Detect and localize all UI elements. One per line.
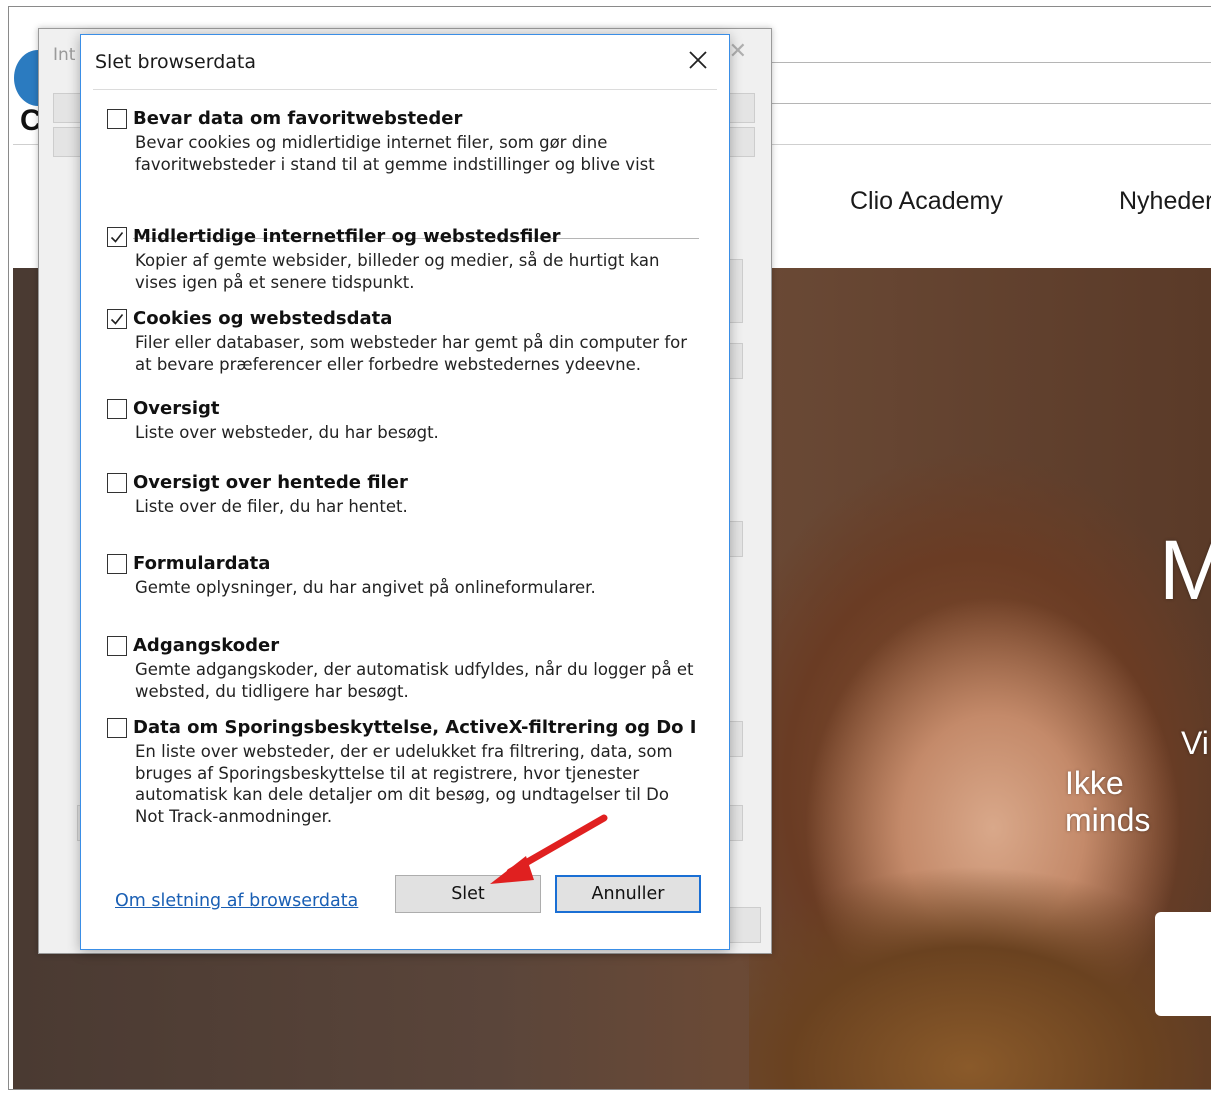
option-label: Oversigt xyxy=(133,398,220,419)
options-list[interactable]: Bevar data om favoritwebsteder Bevar coo… xyxy=(93,89,717,854)
option-description: Bevar cookies og midlertidige internet f… xyxy=(135,133,655,174)
option-download-history: Oversigt over hentede filer Liste over d… xyxy=(107,472,707,518)
hero-cta-button[interactable] xyxy=(1155,912,1211,1016)
cancel-button[interactable]: Annuller xyxy=(555,875,701,913)
option-label: Formulardata xyxy=(133,553,271,574)
hero-heading: M xyxy=(1159,522,1211,619)
nav-item-clio-academy[interactable]: Clio Academy xyxy=(850,187,1003,216)
option-label: Oversigt over hentede filer xyxy=(133,472,408,493)
internet-options-title: Int xyxy=(53,45,76,65)
checkbox-preserve-favorites[interactable] xyxy=(107,108,127,129)
option-description: Kopier af gemte websider, billeder og me… xyxy=(135,251,660,292)
option-description: Gemte oplysninger, du har angivet på onl… xyxy=(135,578,596,597)
checkbox-download-history[interactable] xyxy=(107,472,127,493)
options-side-button xyxy=(729,343,743,379)
about-deleting-link[interactable]: Om sletning af browserdata xyxy=(115,891,358,911)
address-bar-line xyxy=(769,62,1211,63)
checkbox-form-data[interactable] xyxy=(107,553,127,574)
hero-line-1: Vi xyxy=(1181,725,1209,761)
options-side-button xyxy=(729,721,743,757)
checkbox-history[interactable] xyxy=(107,398,127,419)
option-description: Liste over websteder, du har besøgt. xyxy=(135,423,439,442)
dialog-title: Slet browserdata xyxy=(95,51,256,73)
hero-line-2: Ikke minds xyxy=(1065,765,1151,838)
close-icon[interactable] xyxy=(681,43,715,77)
delete-button[interactable]: Slet xyxy=(395,875,541,913)
options-apply-button xyxy=(729,907,761,943)
option-history: Oversigt Liste over websteder, du har be… xyxy=(107,398,707,444)
toolbar-line xyxy=(769,103,1211,104)
option-label: Midlertidige internetfiler og webstedsfi… xyxy=(133,226,561,247)
option-label: Adgangskoder xyxy=(133,635,280,656)
option-preserve-favorites: Bevar data om favoritwebsteder Bevar coo… xyxy=(107,108,707,175)
checkbox-passwords[interactable] xyxy=(107,635,127,656)
checkbox-cookies[interactable] xyxy=(107,308,127,329)
delete-browsing-data-dialog: Slet browserdata Bevar data om favoritwe… xyxy=(80,34,730,950)
option-description: Filer eller databaser, som websteder har… xyxy=(135,333,688,374)
option-description: Liste over de filer, du har hentet. xyxy=(135,497,408,516)
close-icon[interactable]: ✕ xyxy=(729,39,747,64)
option-form-data: Formulardata Gemte oplysninger, du har a… xyxy=(107,553,707,599)
option-temporary-files: Midlertidige internetfiler og webstedsfi… xyxy=(107,226,707,293)
checkbox-tracking-protection[interactable] xyxy=(107,717,127,738)
option-description: Gemte adgangskoder, der automatisk udfyl… xyxy=(135,660,694,701)
option-cookies: Cookies og webstedsdata Filer eller data… xyxy=(107,308,707,375)
options-side-button xyxy=(729,259,743,323)
options-side-button xyxy=(729,805,743,841)
hero-image-detail xyxy=(749,867,1211,1089)
option-passwords: Adgangskoder Gemte adgangskoder, der aut… xyxy=(107,635,707,702)
option-label: Bevar data om favoritwebsteder xyxy=(133,108,463,129)
option-label: Cookies og webstedsdata xyxy=(133,308,393,329)
option-description: En liste over websteder, der er udelukke… xyxy=(135,742,673,826)
checkbox-temporary-files[interactable] xyxy=(107,226,127,247)
options-side-button xyxy=(729,521,743,557)
nav-item-nyheder[interactable]: Nyheder xyxy=(1119,187,1211,216)
option-label: Data om Sporingsbeskyttelse, ActiveX-fil… xyxy=(133,717,697,738)
option-tracking-protection: Data om Sporingsbeskyttelse, ActiveX-fil… xyxy=(107,717,707,827)
